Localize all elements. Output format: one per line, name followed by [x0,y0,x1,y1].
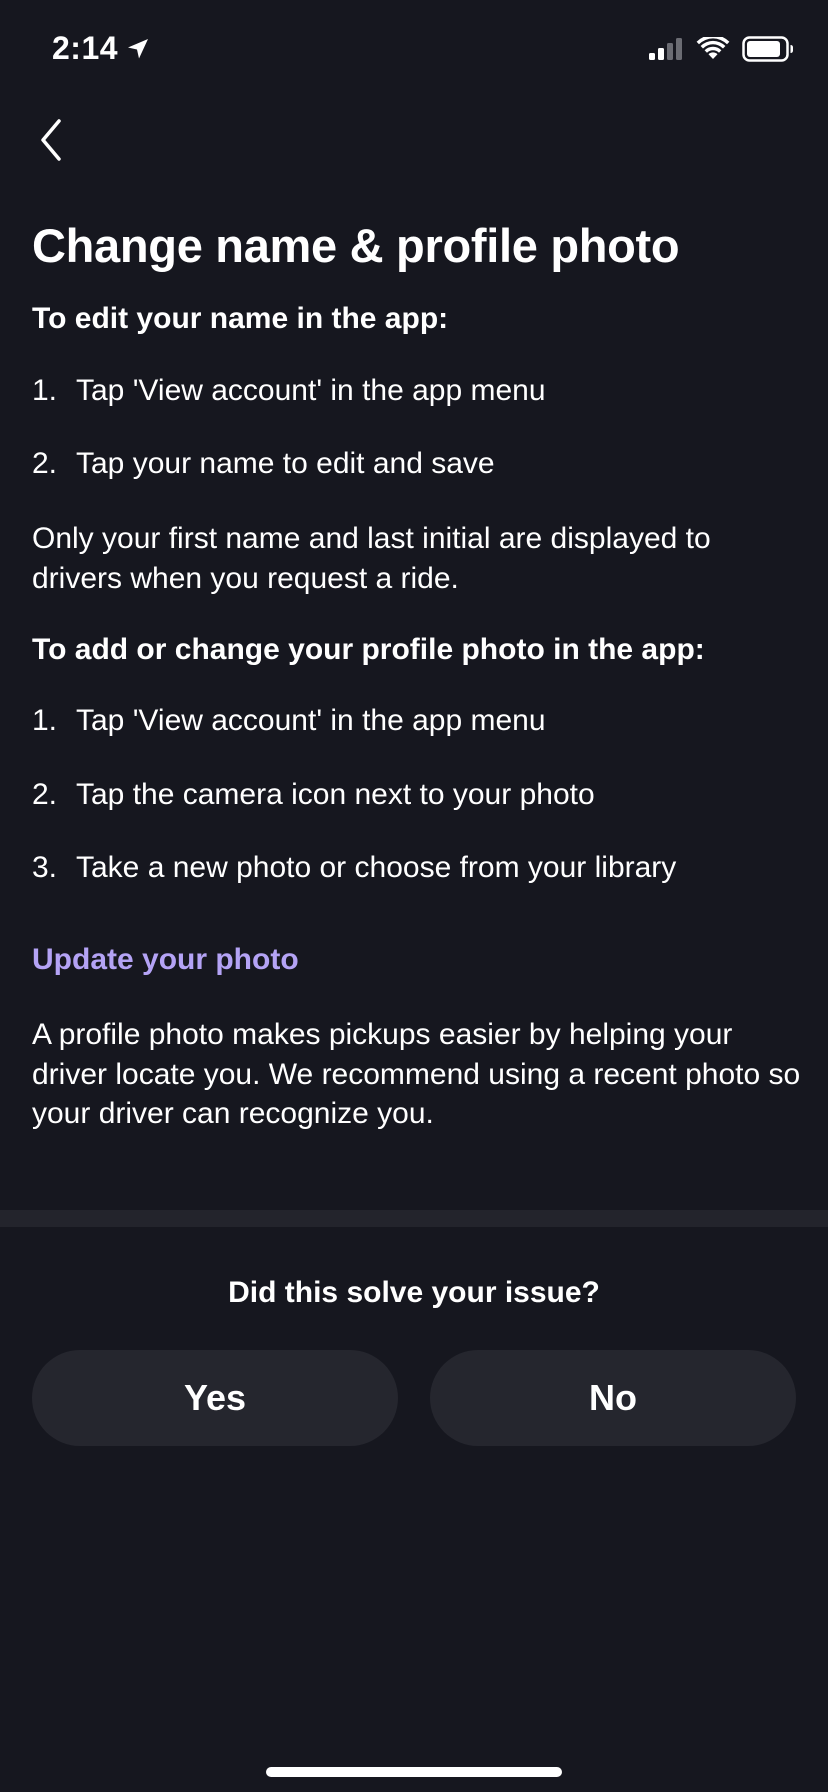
battery-icon [742,36,793,62]
name-section-heading: To edit your name in the app: [32,302,449,336]
no-button[interactable]: No [430,1350,796,1446]
chevron-left-icon [41,119,61,161]
page-title: Change name & profile photo [32,219,680,272]
list-item: 3. Take a new photo or choose from your … [32,849,802,887]
status-time: 2:14 [52,30,119,66]
list-item: 1. Tap 'View account' in the app menu [32,372,802,410]
list-item: 2. Tap your name to edit and save [32,445,802,483]
step-text: Tap 'View account' in the app menu [76,704,546,738]
name-note: Only your first name and last initial ar… [32,521,711,595]
location-arrow-icon [128,38,149,58]
home-indicator[interactable] [266,1767,562,1777]
step-text: Take a new photo or choose from your lib… [76,851,677,885]
step-number: 3. [32,851,58,885]
step-number: 1. [32,704,58,738]
update-photo-link[interactable]: Update your photo [32,943,299,977]
step-number: 2. [32,447,58,481]
back-button[interactable] [22,110,82,170]
photo-steps-list: 1. Tap 'View account' in the app menu 2.… [32,702,802,887]
step-number: 1. [32,373,58,407]
step-text: Tap 'View account' in the app menu [76,373,546,407]
wifi-icon [696,37,730,59]
list-item: 1. Tap 'View account' in the app menu [32,702,802,740]
photo-note: A profile photo makes pickups easier by … [32,1017,801,1131]
help-article: Change name & profile photo To edit your… [32,218,802,1166]
name-steps-list: 1. Tap 'View account' in the app menu 2.… [32,372,802,483]
list-item: 2. Tap the camera icon next to your phot… [32,776,802,814]
yes-button[interactable]: Yes [32,1350,398,1446]
step-text: Tap your name to edit and save [76,447,495,481]
section-divider [0,1210,828,1227]
step-number: 2. [32,777,58,811]
status-indicators [648,36,794,62]
photo-section-heading: To add or change your profile photo in t… [32,632,705,666]
status-bar: 2:14 [0,0,828,100]
feedback-question: Did this solve your issue? [228,1276,600,1309]
step-text: Tap the camera icon next to your photo [76,777,595,811]
cellular-signal-icon [649,38,682,60]
status-time-group: 2:14 [52,30,150,67]
